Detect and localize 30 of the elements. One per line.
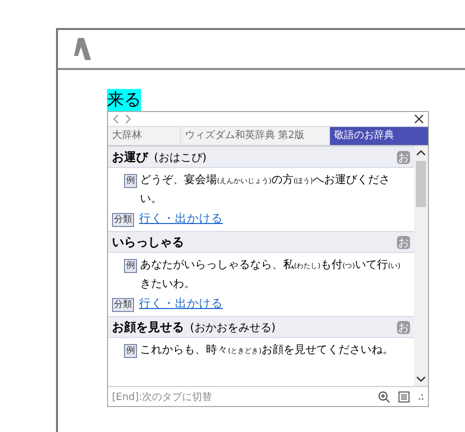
- scroll-down-icon[interactable]: [416, 375, 426, 383]
- example-label: 例: [124, 174, 137, 188]
- list-icon[interactable]: [398, 390, 410, 402]
- status-hint: [End]:次のタブに切替: [112, 390, 212, 404]
- selected-word: 来る: [107, 89, 141, 111]
- example-label: 例: [124, 259, 137, 273]
- scrollbar[interactable]: [414, 146, 428, 386]
- reading: (おはこび): [154, 150, 207, 164]
- zoom-icon[interactable]: [378, 390, 390, 402]
- category-link[interactable]: 行く・出かける: [139, 211, 223, 226]
- category-label: 分類: [112, 213, 134, 227]
- headword: いらっしゃる: [112, 234, 184, 250]
- honorific-mark: お: [397, 236, 410, 248]
- example-label: 例: [124, 344, 137, 358]
- logo-icon: [71, 38, 91, 60]
- dictionary-tab[interactable]: 大辞林: [108, 127, 181, 145]
- category-link[interactable]: 行く・出かける: [139, 296, 223, 311]
- honorific-mark: お: [397, 320, 410, 334]
- reading: (おかおをみせる): [190, 320, 276, 334]
- headword: お顔を見せる: [112, 318, 184, 336]
- resize-grip-icon[interactable]: [418, 392, 424, 400]
- honorific-mark: お: [397, 150, 410, 164]
- scroll-thumb[interactable]: [416, 161, 426, 207]
- forward-icon[interactable]: [125, 114, 132, 124]
- back-icon[interactable]: [112, 114, 119, 124]
- close-icon[interactable]: [414, 114, 424, 124]
- scroll-up-icon[interactable]: [416, 149, 426, 157]
- dictionary-tab[interactable]: 敬語のお辞典: [330, 127, 428, 145]
- headword: お運び: [112, 148, 148, 166]
- category-label: 分類: [112, 298, 134, 312]
